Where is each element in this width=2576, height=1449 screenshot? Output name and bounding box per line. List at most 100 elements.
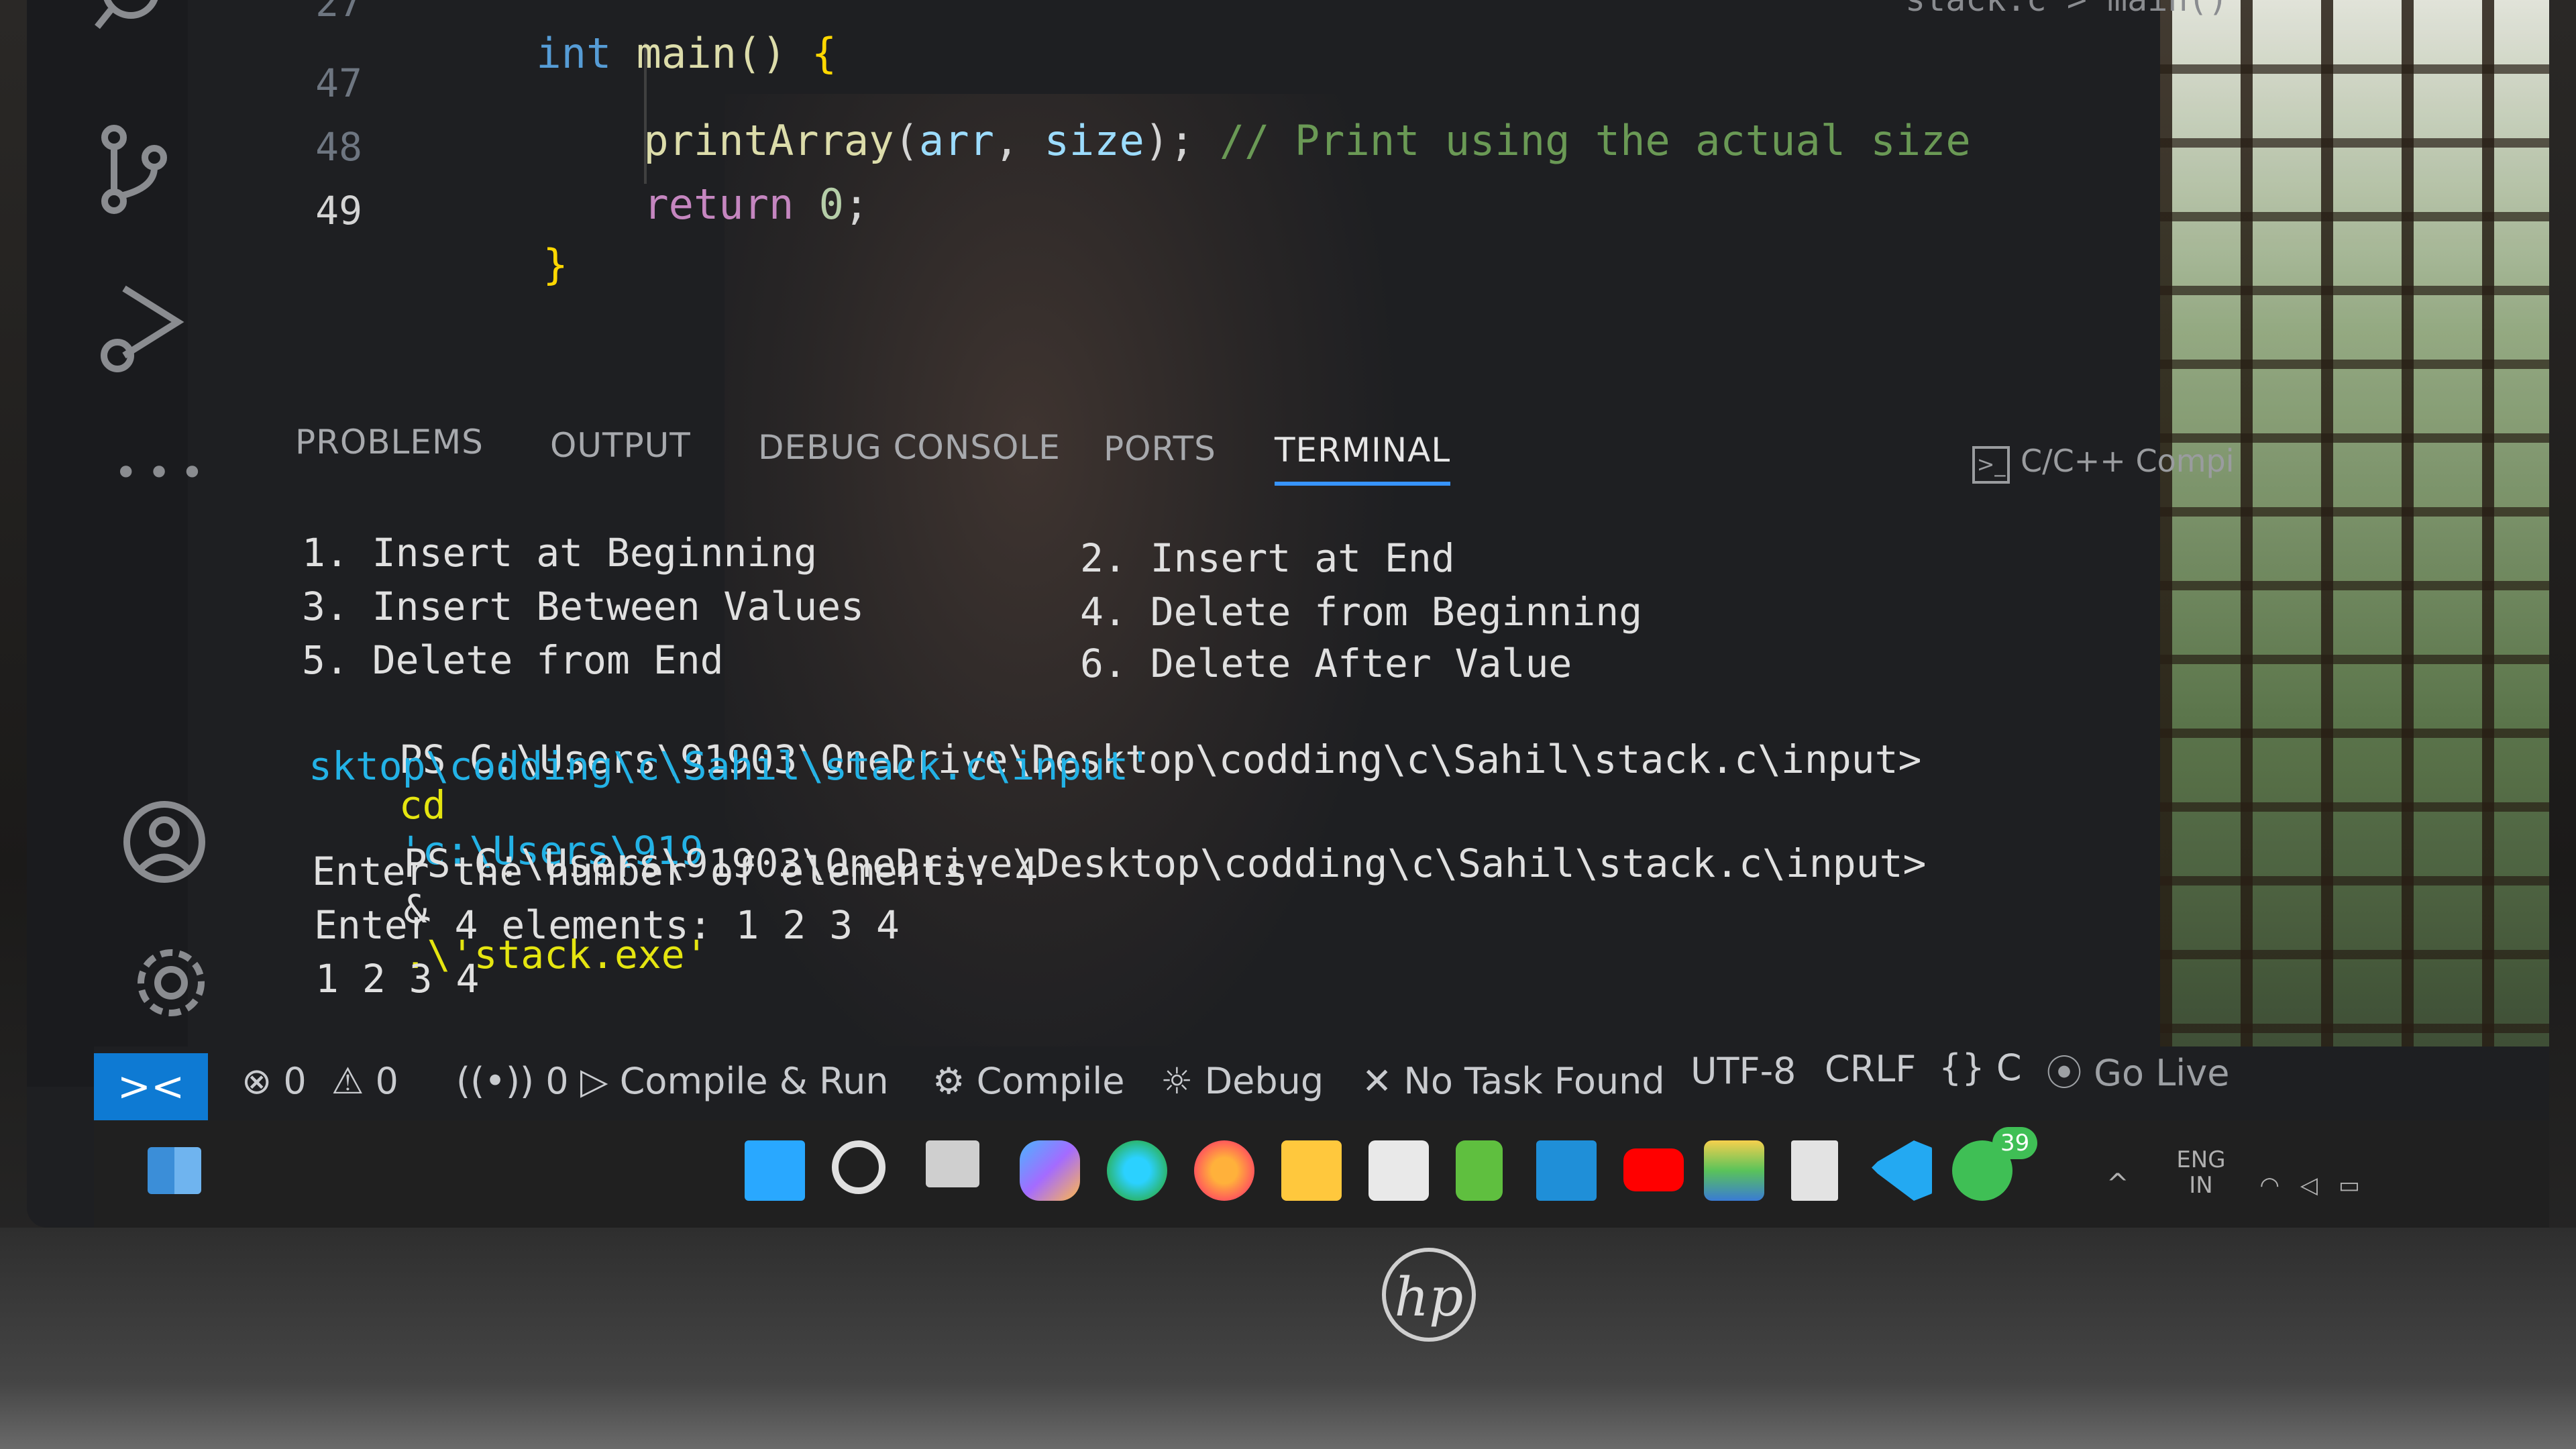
code-token: size: [1044, 116, 1144, 165]
wifi-icon[interactable]: ◠: [2259, 1172, 2279, 1199]
menu-item: 6. Delete After Value: [1080, 641, 1572, 686]
tab-terminal[interactable]: TERMINAL: [1275, 431, 1451, 486]
bug-icon: ☼: [1161, 1060, 1193, 1102]
code-token: ,: [994, 116, 1044, 165]
code-token: }: [543, 240, 568, 289]
task-status[interactable]: ✕ No Task Found: [1362, 1060, 1665, 1102]
line-number: 48: [315, 124, 362, 170]
ports-count: 0: [545, 1060, 569, 1102]
menu-item: 2. Insert at End: [1080, 535, 1455, 581]
go-live-label: Go Live: [2094, 1052, 2230, 1094]
code-token: arr: [918, 116, 994, 165]
program-output: 1 2 3 4: [315, 956, 480, 1002]
terminal-icon: >_: [1972, 446, 2010, 484]
status-bar: >< ⊗ 0 ⚠ 0 ((•)) 0 ▷ Compile & Run ⚙ Com…: [94, 1046, 2549, 1120]
notepad-icon[interactable]: [1456, 1140, 1503, 1201]
error-count: 0: [283, 1060, 307, 1102]
code-token: return: [643, 180, 794, 229]
settings-gear-icon[interactable]: [127, 939, 215, 1029]
command-arg-wrap: sktop\codding\c\Sahil\stack.c\input': [309, 743, 1152, 789]
code-token: 0: [818, 180, 844, 229]
error-icon: ⊗: [241, 1060, 272, 1102]
task-label: No Task Found: [1403, 1060, 1665, 1102]
tray-region: IN: [2189, 1172, 2213, 1199]
program-output: Enter 4 elements: 1 2 3 4: [314, 902, 900, 948]
document-icon[interactable]: [1791, 1140, 1838, 1201]
task-view-icon[interactable]: [926, 1140, 979, 1187]
tab-ports[interactable]: PORTS: [1104, 429, 1216, 468]
menu-item: 5. Delete from End: [302, 637, 724, 683]
menu-item: 4. Delete from Beginning: [1080, 589, 1643, 635]
windows-taskbar: 39 ^ ENG IN ◠ ◁ ▭: [94, 1120, 2549, 1228]
file-explorer-icon[interactable]: [1281, 1140, 1342, 1201]
code-token: (: [894, 116, 919, 165]
compile-run-button[interactable]: ▷ Compile & Run: [580, 1060, 889, 1102]
code-token: );: [1144, 116, 1220, 165]
problems-indicator[interactable]: ⊗ 0 ⚠ 0: [241, 1060, 398, 1102]
program-output: Enter the number of elements: 4: [312, 849, 1038, 894]
hp-logo: hp: [1382, 1248, 1476, 1342]
volume-icon[interactable]: ◁: [2300, 1172, 2318, 1199]
line-number: 49: [315, 188, 362, 233]
debug-label: Debug: [1204, 1060, 1324, 1102]
microsoft-store-icon[interactable]: [1368, 1140, 1429, 1201]
widgets-icon[interactable]: [148, 1147, 201, 1194]
broadcast-icon: ((•)): [456, 1060, 535, 1102]
terminal-label: C/C++ Compi: [2021, 443, 2235, 479]
menu-item: 1. Insert at Beginning: [302, 530, 818, 576]
tab-output[interactable]: OUTPUT: [550, 426, 691, 465]
battery-icon[interactable]: ▭: [2339, 1172, 2360, 1199]
warning-icon: ⚠: [331, 1060, 364, 1102]
warning-count: 0: [375, 1060, 398, 1102]
ports-indicator[interactable]: ((•)) 0: [456, 1060, 569, 1102]
source-control-icon[interactable]: [94, 121, 174, 224]
copilot-icon[interactable]: [1020, 1140, 1080, 1201]
code-line[interactable]: return 0;: [543, 131, 869, 278]
play-icon: ▷: [580, 1060, 608, 1102]
run-debug-icon[interactable]: [94, 282, 188, 385]
edge-icon[interactable]: [1107, 1140, 1167, 1201]
terminal-output[interactable]: 1. Insert at Beginning 2. Insert at End …: [302, 530, 2247, 1102]
line-number: 27: [315, 0, 362, 25]
debug-button[interactable]: ☼ Debug: [1161, 1060, 1324, 1102]
windows-start-icon[interactable]: [745, 1140, 805, 1201]
compile-button[interactable]: ⚙ Compile: [932, 1060, 1124, 1102]
close-icon: ✕: [1362, 1060, 1393, 1102]
eol-indicator[interactable]: CRLF: [1825, 1048, 1916, 1090]
system-tray[interactable]: ^ ENG IN ◠ ◁ ▭: [2106, 1147, 2360, 1199]
vscode-icon[interactable]: [1872, 1140, 1932, 1201]
compile-label: Compile: [976, 1060, 1125, 1102]
chevron-up-icon[interactable]: ^: [2106, 1169, 2129, 1199]
code-editor[interactable]: stack.c > main() 27 int main() { 47 prin…: [201, 0, 2228, 376]
myhp-icon[interactable]: [1536, 1140, 1597, 1201]
code-line[interactable]: }: [443, 191, 568, 338]
more-icon[interactable]: •••: [114, 449, 213, 496]
stack-app-icon[interactable]: [1704, 1140, 1764, 1201]
remote-button[interactable]: ><: [94, 1053, 208, 1120]
breadcrumb[interactable]: stack.c > main(): [1905, 0, 2229, 19]
broadcast-icon: ⦿: [2046, 1052, 2082, 1094]
go-live-button[interactable]: ⦿ Go Live: [2046, 1043, 2230, 1096]
language-mode[interactable]: {} C: [1939, 1046, 2022, 1089]
tab-debug-console[interactable]: DEBUG CONSOLE: [758, 428, 1061, 467]
gear-icon: ⚙: [932, 1060, 965, 1102]
code-token: ;: [843, 180, 869, 229]
youtube-icon[interactable]: [1623, 1148, 1684, 1191]
laptop-bezel: [0, 1228, 2576, 1449]
menu-item: 3. Insert Between Values: [302, 584, 865, 629]
account-icon[interactable]: [121, 798, 208, 888]
notification-badge: 39: [1992, 1127, 2038, 1159]
line-number: 47: [315, 60, 362, 106]
search-icon[interactable]: [94, 0, 174, 43]
tray-lang: ENG: [2176, 1146, 2226, 1173]
terminal-instance[interactable]: >_ C/C++ Compi: [1972, 443, 2235, 484]
firefox-icon[interactable]: [1194, 1140, 1254, 1201]
compile-run-label: Compile & Run: [619, 1060, 889, 1102]
code-comment: // Print using the actual size: [1219, 116, 1971, 165]
search-icon[interactable]: [832, 1140, 885, 1194]
tab-problems[interactable]: PROBLEMS: [295, 423, 484, 462]
language-indicator[interactable]: ENG IN: [2176, 1147, 2225, 1198]
encoding-indicator[interactable]: UTF-8: [1690, 1050, 1796, 1092]
activity-bar: •••: [27, 0, 205, 1087]
